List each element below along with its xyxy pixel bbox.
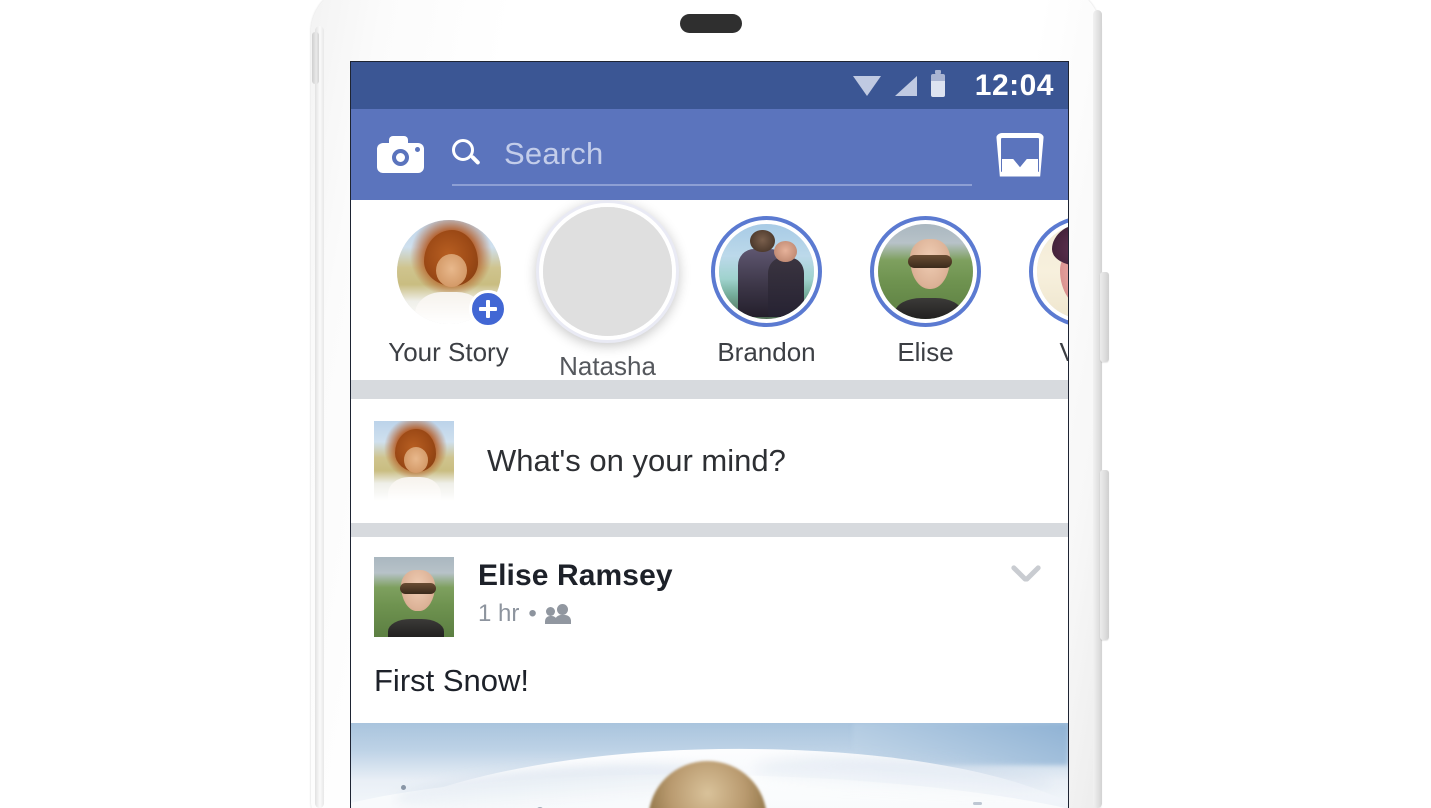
story-item-brandon[interactable]: Brandon [687, 216, 846, 368]
bullet-separator: • [528, 600, 537, 627]
post-meta: Elise Ramsey 1 hr • [478, 557, 673, 628]
camera-icon[interactable] [377, 136, 424, 173]
story-label: Elise [897, 337, 954, 367]
status-bar-icons: 12:04 [852, 68, 1054, 103]
post-subtitle: 1 hr • [478, 600, 673, 628]
app-top-bar: Search [351, 109, 1068, 200]
composer-avatar [374, 421, 454, 501]
story-item-natasha[interactable]: Natasha [528, 200, 687, 380]
story-ring [711, 216, 822, 327]
post-author-avatar[interactable] [374, 557, 454, 637]
story-ring [870, 216, 981, 327]
phone-left-rail [315, 26, 324, 808]
story-label: Vinc [1059, 337, 1068, 368]
screenshot-stage: 12:04 Search Your Story Natasha Brandon … [0, 0, 1431, 808]
status-bar-clock: 12:04 [974, 68, 1054, 102]
story-item-elise[interactable]: Elise [846, 216, 1005, 368]
section-divider [351, 523, 1068, 537]
story-ring [1029, 216, 1068, 327]
search-input[interactable]: Search [452, 124, 972, 186]
story-label: Brandon [717, 337, 816, 367]
avatar [1037, 224, 1068, 319]
story-item-vince[interactable]: Vinc [1005, 216, 1068, 368]
cellular-signal-icon [894, 75, 917, 96]
post-author-name[interactable]: Elise Ramsey [478, 559, 673, 593]
avatar [543, 207, 672, 336]
composer-prompt: What's on your mind? [487, 443, 786, 478]
post-header: Elise Ramsey 1 hr • [351, 537, 1068, 637]
section-divider [351, 380, 1068, 399]
inbox-icon[interactable] [994, 130, 1046, 180]
phone-power-button[interactable] [1100, 272, 1109, 362]
avatar [719, 224, 814, 319]
chevron-down-icon[interactable] [1010, 563, 1042, 595]
search-icon [452, 138, 482, 169]
story-ring [393, 216, 507, 328]
plus-icon[interactable] [469, 290, 507, 328]
earpiece-speaker-icon [680, 14, 742, 33]
status-composer[interactable]: What's on your mind? [351, 399, 1068, 523]
avatar [878, 224, 973, 319]
story-item-your-story[interactable]: Your Story [369, 216, 528, 368]
story-ring [536, 200, 679, 343]
story-label: Your Story [388, 337, 509, 367]
stories-tray[interactable]: Your Story Natasha Brandon Elise [351, 200, 1068, 380]
story-label: Natasha [559, 351, 656, 380]
post-message: First Snow! [351, 637, 1068, 723]
wifi-icon [852, 75, 881, 96]
phone-screen: 12:04 Search Your Story Natasha Brandon … [350, 61, 1069, 808]
post-photo[interactable] [351, 723, 1068, 808]
phone-left-button[interactable] [312, 32, 319, 84]
search-placeholder: Search [504, 135, 604, 171]
status-bar: 12:04 [351, 62, 1068, 109]
phone-right-rail [1093, 10, 1102, 808]
friends-icon [544, 604, 574, 624]
phone-volume-button[interactable] [1100, 470, 1109, 640]
battery-icon [930, 70, 945, 97]
post-timestamp[interactable]: 1 hr [478, 600, 519, 628]
